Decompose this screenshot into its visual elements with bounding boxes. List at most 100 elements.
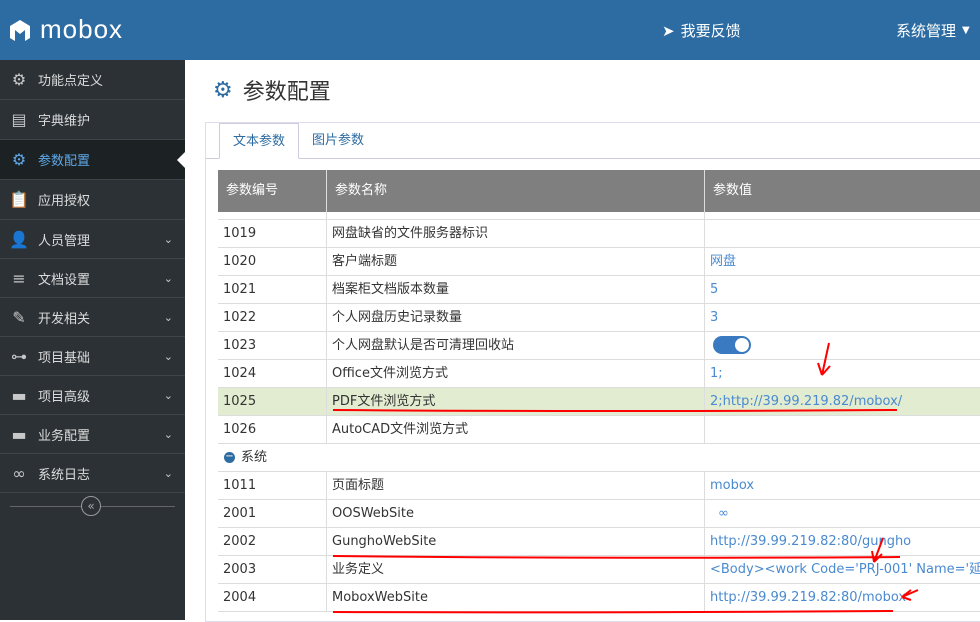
folder-icon: ▬	[11, 385, 27, 405]
param-value: http://39.99.219.82:80/gungho	[710, 533, 912, 549]
param-id: 2001	[218, 499, 327, 528]
sidebar-item[interactable]: ≡ 文档设置 ⌄	[0, 259, 185, 298]
sidebar-item-label: 应用授权	[38, 194, 91, 209]
sidebar-item[interactable]: ∞ 系统日志 ⌄	[0, 454, 185, 493]
sidebar-item-label: 项目高级	[38, 389, 91, 405]
param-name: 页面标题	[327, 471, 705, 500]
chevron-down-icon: ⌄	[163, 232, 173, 246]
param-id: 1024	[218, 359, 327, 388]
sidebar-item[interactable]: 📋 应用授权	[0, 180, 185, 220]
top-header: mobox ➤ 我要反馈 系统管理 ▼	[0, 0, 980, 60]
chevron-down-icon: ⌄	[163, 466, 173, 480]
table-header: 参数编号 参数名称 参数值	[218, 170, 980, 212]
param-value-cell[interactable]: http://39.99.219.82:80/gungho	[705, 528, 980, 556]
sidebar-item[interactable]: ⚙ 参数配置	[0, 140, 185, 180]
param-id: 2002	[218, 527, 327, 556]
sidebar-item[interactable]: ⊶ 项目基础 ⌄	[0, 337, 185, 376]
users-icon: 👤	[9, 229, 29, 249]
sidebar-item[interactable]: ▬ 业务配置 ⌄	[0, 415, 185, 454]
param-name: MoboxWebSite	[327, 583, 705, 612]
column-header-name[interactable]: 参数名称	[327, 170, 705, 212]
group-label: 系统	[241, 449, 268, 465]
table-row[interactable]: 1020 客户端标题 网盘	[218, 247, 980, 276]
sidebar-item-label: 项目基础	[38, 350, 91, 366]
notebook-icon: ▤	[11, 110, 27, 129]
page-title-text: 参数配置	[242, 80, 331, 105]
param-name: 个人网盘默认是否可清理回收站	[327, 331, 705, 360]
param-value-cell[interactable]: 5	[705, 276, 980, 304]
sidebar-item[interactable]: ▬ 项目高级 ⌄	[0, 376, 185, 415]
collapse-bar: «	[0, 493, 185, 519]
param-value-cell[interactable]	[705, 332, 980, 360]
param-value-cell[interactable]: mobox	[705, 472, 980, 500]
param-value: 2;http://39.99.219.82/mobox/	[710, 393, 903, 409]
table-row[interactable]: 2002 GunghoWebSite http://39.99.219.82:80/…	[218, 527, 980, 556]
sidebar-item[interactable]: ▤ 字典维护	[0, 100, 185, 140]
param-value-cell[interactable]: 3	[705, 304, 980, 332]
table-row[interactable]: 1011 页面标题 mobox	[218, 471, 980, 500]
group-row-system[interactable]: − 系统	[218, 444, 980, 472]
admin-label: 系统管理	[896, 22, 957, 40]
table-row[interactable]: 1024 Office文件浏览方式 1;	[218, 359, 980, 388]
table-row[interactable]: 2001 OOSWebSite ∞	[218, 499, 980, 528]
sidebar-item[interactable]: 👤 人员管理 ⌄	[0, 220, 185, 259]
sidebar-item-label: 字典维护	[38, 114, 91, 129]
table-row[interactable]: 1019 网盘缺省的文件服务器标识	[218, 219, 980, 248]
sidebar-item[interactable]: ✎ 开发相关 ⌄	[0, 298, 185, 337]
param-id: 1019	[218, 219, 327, 248]
param-name: Office文件浏览方式	[327, 359, 705, 388]
param-value: mobox	[710, 477, 755, 493]
param-value: 网盘	[710, 253, 737, 269]
column-header-id[interactable]: 参数编号	[218, 170, 327, 212]
param-value-cell[interactable]: http://39.99.219.82:80/mobox	[705, 584, 980, 612]
table-row[interactable]: 1025 PDF文件浏览方式 2;http://39.99.219.82/mobox…	[218, 387, 980, 416]
chevron-down-icon: ⌄	[163, 310, 173, 324]
admin-menu[interactable]: 系统管理 ▼	[896, 20, 970, 41]
param-name: PDF文件浏览方式	[327, 387, 705, 416]
param-value-cell[interactable]: 网盘	[705, 248, 980, 276]
table-row[interactable]: 1023 个人网盘默认是否可清理回收站	[218, 331, 980, 360]
param-name: AutoCAD文件浏览方式	[327, 415, 705, 444]
logo-text: mobox	[40, 14, 124, 44]
sidebar-item-label: 功能点定义	[38, 74, 104, 89]
sidebar-item-label: 系统日志	[38, 467, 91, 483]
column-header-value[interactable]: 参数值	[705, 170, 980, 212]
sidebar-item-label: 人员管理	[38, 233, 91, 249]
tab-text-params[interactable]: 文本参数	[219, 123, 300, 159]
param-value-cell[interactable]	[705, 416, 980, 444]
sidebar-item[interactable]: ⚙ 功能点定义	[0, 60, 185, 100]
sidebar-item-label: 业务配置	[38, 428, 91, 444]
paper-plane-icon: ➤	[662, 21, 675, 40]
edit-icon: ✎	[12, 307, 26, 327]
sidebar-item-label: 文档设置	[38, 272, 91, 288]
logo[interactable]: mobox	[8, 14, 123, 45]
sidebar-item-label: 开发相关	[38, 311, 91, 327]
param-value: http://39.99.219.82:80/mobox	[710, 589, 907, 605]
param-value-cell[interactable]	[705, 220, 980, 248]
chevron-down-icon: ⌄	[163, 349, 173, 363]
param-id: 1020	[218, 247, 327, 276]
param-value: <Body><work Code='PRJ-001' Name='延期	[710, 561, 980, 577]
gear-icon: ⚙	[213, 77, 233, 103]
folder-icon: ▬	[11, 424, 27, 444]
table-row[interactable]: 1022 个人网盘历史记录数量 3	[218, 303, 980, 332]
collapse-group-icon[interactable]: −	[224, 452, 235, 463]
param-name: 个人网盘历史记录数量	[327, 303, 705, 332]
toggle-switch[interactable]	[713, 336, 751, 354]
param-value-cell[interactable]: <Body><work Code='PRJ-001' Name='延期	[705, 556, 980, 584]
tab-image-params[interactable]: 图片参数	[299, 123, 377, 159]
param-value-cell[interactable]: 1;	[705, 360, 980, 388]
table-row[interactable]: 1021 档案柜文档版本数量 5	[218, 275, 980, 304]
feedback-button[interactable]: ➤ 我要反馈	[662, 20, 741, 41]
link-icon[interactable]: ∞	[718, 506, 729, 521]
param-id: 1011	[218, 471, 327, 500]
gear-icon: ⚙	[11, 70, 27, 89]
table-row[interactable]: 1026 AutoCAD文件浏览方式	[218, 415, 980, 444]
table-row[interactable]: 2004 MoboxWebSite http://39.99.219.82:80/m…	[218, 583, 980, 612]
table-row[interactable]: 2003 业务定义 <Body><work Code='PRJ-001' Name=…	[218, 555, 980, 584]
param-value-cell[interactable]: ∞	[705, 500, 980, 528]
collapse-sidebar-button[interactable]: «	[81, 496, 101, 516]
param-value: 5	[710, 281, 719, 297]
param-value-cell[interactable]: 2;http://39.99.219.82/mobox/	[705, 388, 980, 416]
param-value: 3	[710, 309, 719, 325]
